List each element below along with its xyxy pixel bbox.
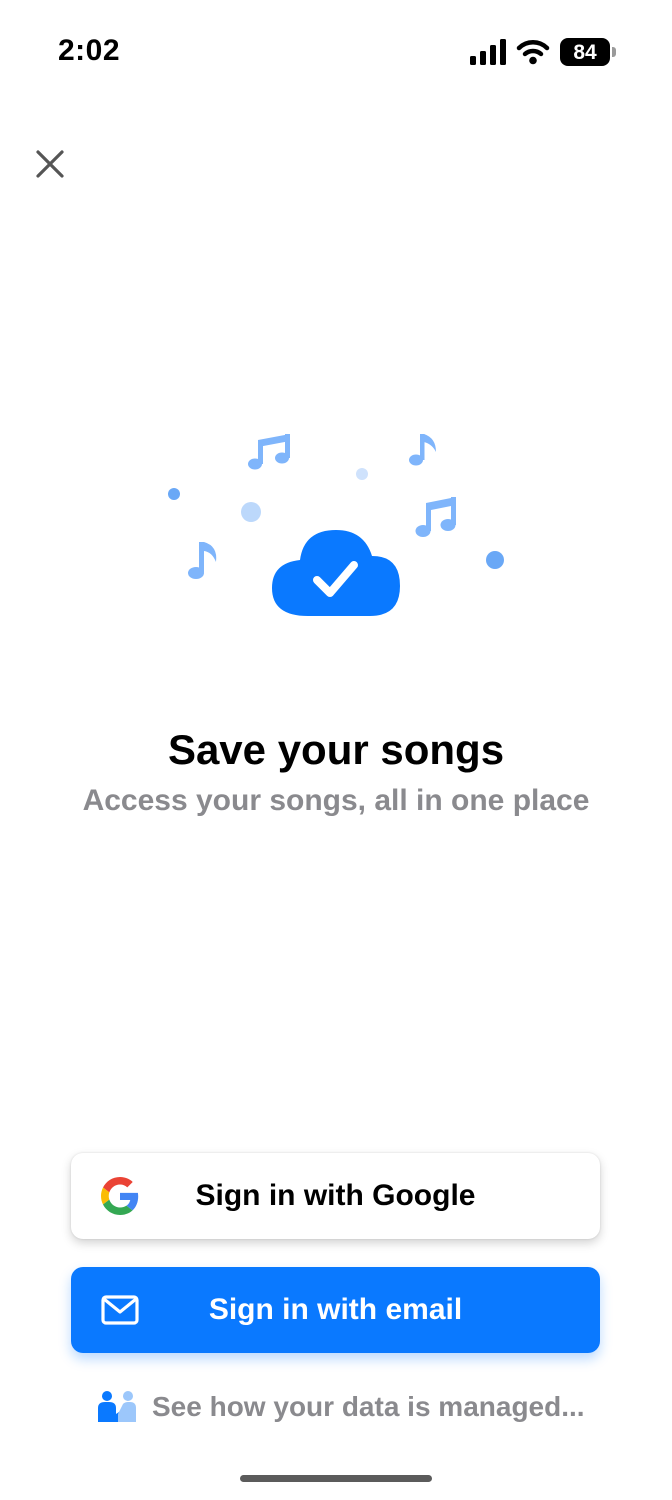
cloud-music-illustration xyxy=(168,434,504,616)
music-note-icon xyxy=(188,542,217,579)
music-note-icon xyxy=(415,497,456,537)
data-management-link[interactable]: See how your data is managed... xyxy=(96,1390,585,1424)
data-link-label: See how your data is managed... xyxy=(152,1391,585,1422)
page-subtitle: Access your songs, all in one place xyxy=(82,784,590,817)
home-indicator[interactable] xyxy=(240,1475,432,1482)
page-title: Save your songs xyxy=(167,726,505,773)
music-note-icon xyxy=(409,434,436,466)
battery-cap xyxy=(612,47,616,57)
email-button-label: Sign in with email xyxy=(208,1293,463,1326)
decor-dot xyxy=(168,488,180,500)
mail-icon xyxy=(101,1295,139,1325)
close-icon xyxy=(36,150,64,178)
close-button[interactable] xyxy=(30,144,70,184)
cloud-check-icon xyxy=(272,530,400,616)
battery-level: 84 xyxy=(573,40,597,64)
battery-icon: 84 xyxy=(560,38,616,66)
status-time: 2:02 xyxy=(58,34,121,67)
signal-icon xyxy=(470,39,506,65)
sign-in-google-button[interactable]: Sign in with Google xyxy=(71,1153,600,1239)
privacy-people-icon xyxy=(98,1391,136,1422)
battery-indicator: 84 xyxy=(560,38,610,66)
music-note-icon xyxy=(248,434,290,470)
decor-dot xyxy=(241,502,261,522)
sign-in-screen: 2:02 84 Save your songs Access your song… xyxy=(0,0,672,1500)
decor-dot xyxy=(356,468,368,480)
wifi-icon xyxy=(516,40,550,65)
status-icons: 84 xyxy=(470,38,616,66)
decor-dot xyxy=(486,551,504,569)
google-logo-icon xyxy=(101,1177,139,1215)
google-button-label: Sign in with Google xyxy=(195,1179,476,1212)
sign-in-email-button[interactable]: Sign in with email xyxy=(71,1267,600,1353)
